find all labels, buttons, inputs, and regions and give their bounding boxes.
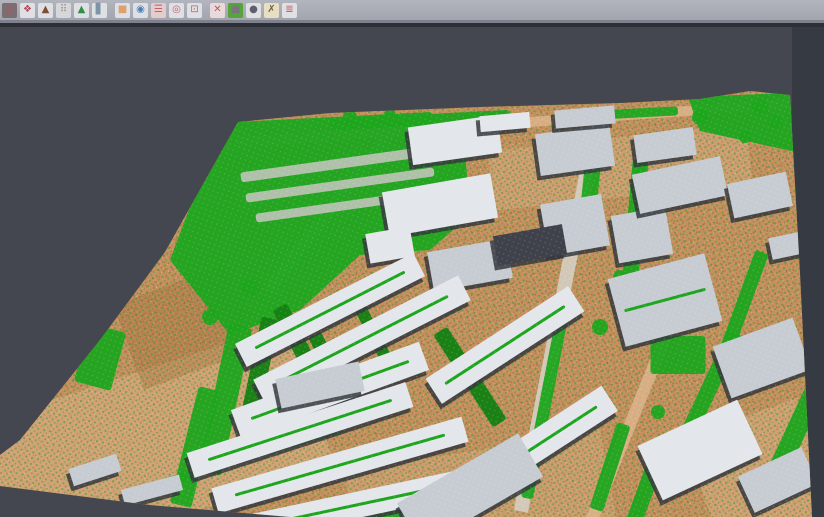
toolbar: ⣾ ❖ ▲ ⠿ ▲ ▋ ■ ◉ ☰ ◎ ⊡ ✕ ▦ ● ✗ ≣: [0, 0, 824, 20]
colored-points-icon[interactable]: ⣾: [2, 3, 17, 18]
layer-stack-icon-glyph: ☰: [154, 5, 163, 15]
vegetation-classify-icon-glyph: ▲: [78, 5, 86, 15]
point-sphere-icon[interactable]: ●: [246, 3, 261, 18]
register-points-icon-glyph: ❖: [23, 5, 32, 15]
gear-icon-glyph: ◎: [172, 5, 181, 15]
delete-selection-icon-glyph: ✕: [213, 5, 221, 15]
register-points-icon[interactable]: ❖: [20, 3, 35, 18]
flag-lines-icon-glyph: ≣: [285, 5, 293, 15]
region-select-icon[interactable]: ■: [115, 3, 130, 18]
crop-box-icon[interactable]: ⊡: [187, 3, 202, 18]
globe-icon[interactable]: ◉: [133, 3, 148, 18]
unclassified-points-icon-glyph: ⠿: [60, 5, 67, 15]
viewport-3d[interactable]: [0, 27, 824, 517]
region-select-icon-glyph: ■: [118, 5, 127, 15]
application-window: ⣾ ❖ ▲ ⠿ ▲ ▋ ■ ◉ ☰ ◎ ⊡ ✕ ▦ ● ✗ ≣: [0, 0, 824, 517]
toolbar-icon-row: ⣾ ❖ ▲ ⠿ ▲ ▋ ■ ◉ ☰ ◎ ⊡ ✕ ▦ ● ✗ ≣: [2, 0, 300, 20]
profile-view-icon[interactable]: ▋: [92, 3, 107, 18]
classification-palette-icon-glyph: ▦: [231, 5, 240, 15]
crop-box-icon-glyph: ⊡: [190, 5, 198, 15]
measure-table-icon-glyph: ✗: [267, 5, 275, 15]
scene-canvas[interactable]: [0, 27, 824, 517]
point-sphere-icon-glyph: ●: [249, 5, 258, 15]
globe-icon-glyph: ◉: [136, 5, 145, 15]
vegetation-classify-icon[interactable]: ▲: [74, 3, 89, 18]
ground-classify-icon[interactable]: ▲: [38, 3, 53, 18]
flag-lines-icon[interactable]: ≣: [282, 3, 297, 18]
profile-view-icon-glyph: ▋: [96, 5, 104, 15]
ground-classify-icon-glyph: ▲: [42, 5, 50, 15]
classification-palette-icon[interactable]: ▦: [228, 3, 243, 18]
colored-points-icon-glyph: ⣾: [6, 5, 13, 15]
gear-icon[interactable]: ◎: [169, 3, 184, 18]
unclassified-points-icon[interactable]: ⠿: [56, 3, 71, 18]
layer-stack-icon[interactable]: ☰: [151, 3, 166, 18]
delete-selection-icon[interactable]: ✕: [210, 3, 225, 18]
measure-table-icon[interactable]: ✗: [264, 3, 279, 18]
